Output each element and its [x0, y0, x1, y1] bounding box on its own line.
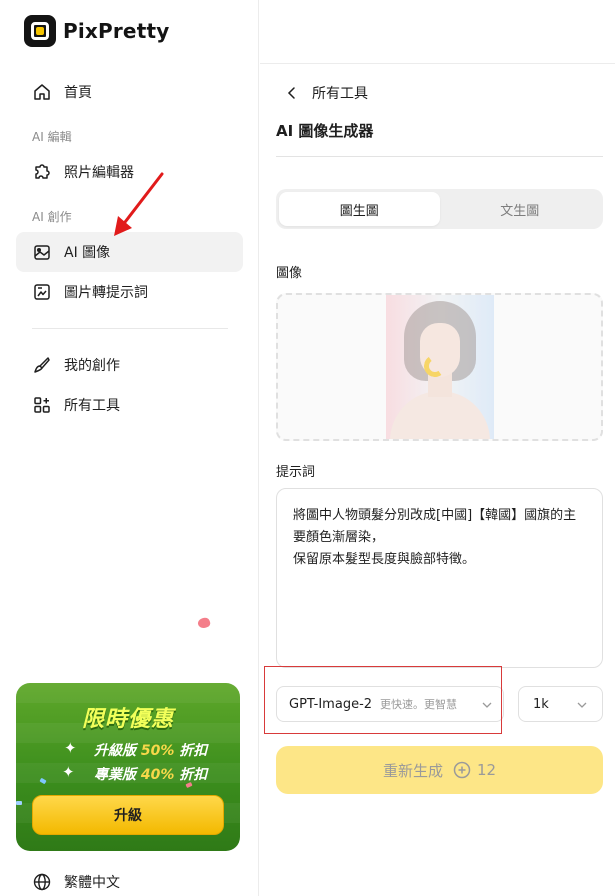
language-selector[interactable]: 繁體中文 — [32, 872, 120, 892]
ai-image-icon — [34, 245, 50, 260]
sidebar-item-home[interactable]: 首頁 — [16, 72, 243, 112]
page-title: AI 圖像生成器 — [276, 122, 374, 140]
globe-icon — [33, 873, 51, 891]
sidebar-item-label: 所有工具 — [64, 398, 120, 414]
prompt-text: 將圖中人物頭髮分別改成[中國]【韓國】國旗的主要顏色漸層染， 保留原本髮型長度與… — [293, 508, 577, 567]
decorative-confetti — [185, 781, 193, 789]
brand-name: PixPretty — [63, 19, 170, 43]
sidebar-item-all-tools[interactable]: 所有工具 — [16, 385, 243, 425]
sidebar-item-my-creations[interactable]: 我的創作 — [16, 345, 243, 385]
decorative-confetti — [16, 801, 22, 805]
sidebar: PixPretty 首頁 AI 編輯 照片編輯器 AI 創作 AI 圖像 圖片轉… — [0, 0, 259, 896]
sparkle-icon: ✦ — [64, 739, 77, 757]
main-panel: 所有工具 AI 圖像生成器 圖生圖 文生圖 圖像 提示詞 將圖中人物頭髮分別改成… — [260, 0, 615, 896]
size-value: 1k — [533, 696, 549, 712]
brush-icon — [34, 357, 50, 373]
grid-plus-icon — [34, 397, 50, 413]
regenerate-button[interactable]: 重新生成 12 — [276, 746, 603, 794]
promo-offer-plus: 升級版 50% 折扣 — [94, 743, 208, 759]
sidebar-item-image-to-prompt[interactable]: 圖片轉提示詞 — [16, 272, 243, 312]
image-field-label: 圖像 — [276, 266, 303, 281]
sidebar-item-label: 圖片轉提示詞 — [64, 285, 148, 301]
back-link[interactable]: 所有工具 — [284, 83, 368, 103]
sidebar-item-label: 我的創作 — [64, 358, 120, 374]
puzzle-icon — [35, 164, 50, 179]
image-to-text-icon — [34, 284, 50, 300]
credit-plus-icon — [453, 761, 471, 779]
back-link-label: 所有工具 — [312, 86, 368, 102]
image-upload-area[interactable] — [276, 293, 603, 441]
uploaded-portrait-image — [386, 295, 494, 439]
mode-tabs: 圖生圖 文生圖 — [276, 189, 603, 229]
sidebar-divider — [32, 328, 228, 329]
divider — [276, 156, 603, 157]
credit-count: 12 — [476, 761, 497, 779]
home-icon — [34, 84, 50, 100]
section-label-ai-create: AI 創作 — [32, 210, 72, 224]
tab-image-to-image[interactable]: 圖生圖 — [279, 192, 440, 226]
section-label-ai-edit: AI 編輯 — [32, 130, 72, 144]
decorative-confetti — [196, 616, 212, 630]
upgrade-button[interactable]: 升級 — [32, 795, 224, 835]
annotation-arrow — [114, 172, 164, 236]
promo-title: 限時優惠 — [81, 707, 174, 732]
chevron-down-icon — [577, 702, 587, 708]
promo-banner: 限時優惠 ✦ 升級版 50% 折扣 ✦ 專業版 40% 折扣 升級 — [16, 683, 240, 851]
chevron-left-icon — [287, 87, 295, 99]
brand-logo[interactable]: PixPretty — [24, 15, 169, 47]
sidebar-item-label: AI 圖像 — [64, 245, 111, 261]
prompt-textarea[interactable]: 將圖中人物頭髮分別改成[中國]【韓國】國旗的主要顏色漸層染， 保留原本髮型長度與… — [276, 488, 603, 668]
language-label: 繁體中文 — [64, 875, 120, 891]
prompt-field-label: 提示詞 — [276, 465, 316, 480]
pixpretty-logo-icon — [24, 15, 56, 47]
size-select[interactable]: 1k — [518, 686, 603, 722]
top-bar — [260, 0, 615, 64]
sidebar-item-label: 首頁 — [64, 85, 92, 101]
regenerate-label: 重新生成 — [382, 761, 443, 780]
annotation-highlight-box — [264, 666, 502, 734]
tab-text-to-image[interactable]: 文生圖 — [440, 192, 601, 226]
sparkle-icon: ✦ — [62, 763, 75, 781]
